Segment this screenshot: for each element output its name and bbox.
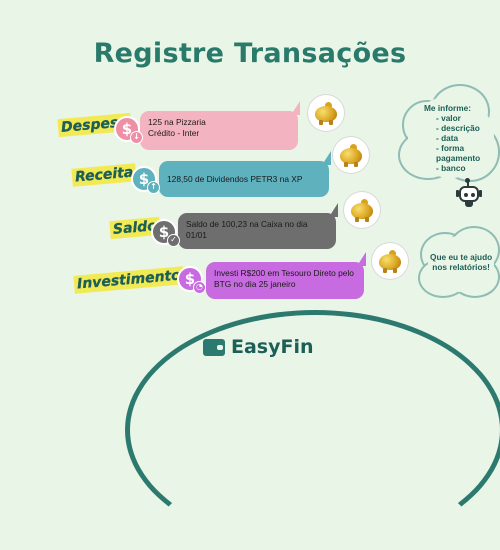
bubble-saldo: Saldo de 100,23 na Caixa no dia 01/01 xyxy=(178,203,338,249)
bubble-text-line1: Saldo de 100,23 na Caixa no dia xyxy=(186,219,308,229)
robot-icon xyxy=(454,178,484,210)
golden-piggy-bank-icon xyxy=(333,137,369,173)
bubble-text-line1: 128,50 de Dividendos PETR3 na XP xyxy=(167,174,303,184)
bubble-text-line1: Investi R$200 em Tesouro Direto pelo xyxy=(214,268,354,278)
golden-piggy-bank-icon xyxy=(372,243,408,279)
cloud-top-text: Me informe: valor descrição data forma p… xyxy=(424,103,490,174)
label-investimento: Investimento xyxy=(70,266,189,294)
golden-piggy-bank-icon xyxy=(308,95,344,131)
dollar-down-icon: $ ↓ xyxy=(114,116,143,144)
bubble-despesa: 125 na Pizzaria Crédito - Inter xyxy=(140,101,300,150)
golden-piggy-bank-icon xyxy=(344,192,380,228)
bubble-text-line1: 125 na Pizzaria xyxy=(148,117,206,127)
dollar-up-icon: $ ↑ xyxy=(131,166,160,194)
bubble-receita: 128,50 de Dividendos PETR3 na XP xyxy=(159,151,331,197)
label-receita: Receita xyxy=(68,163,141,187)
cloud-bottom-line2: nos relatórios! xyxy=(432,261,490,272)
page-title: Registre Transações xyxy=(93,38,407,69)
wallet-icon xyxy=(203,338,225,356)
dollar-check-icon: $ ✓ xyxy=(151,219,180,247)
cloud-bottom-text: Que eu te ajudo nos relatórios! xyxy=(430,252,492,273)
brand: EasyFin xyxy=(203,336,314,358)
bubble-investimento: Investi R$200 em Tesouro Direto pelo BTG… xyxy=(206,252,366,299)
brand-name: EasyFin xyxy=(231,336,314,358)
bubble-text-line2: Crédito - Inter xyxy=(148,128,200,139)
bubble-text-line2: 01/01 xyxy=(186,230,207,241)
dollar-chart-icon: $ ◔ xyxy=(177,266,206,294)
bubble-text-line2: BTG no dia 25 janeiro xyxy=(214,279,296,290)
cloud-item: forma pagamento xyxy=(436,143,490,164)
cloud-item: banco xyxy=(436,163,490,174)
